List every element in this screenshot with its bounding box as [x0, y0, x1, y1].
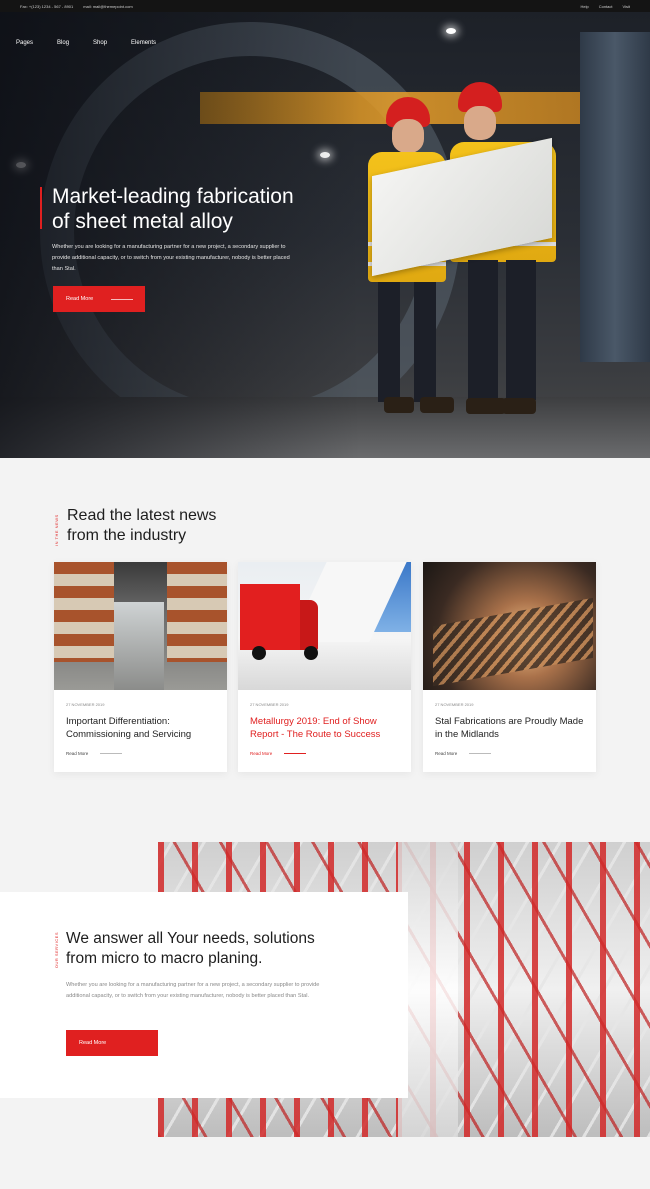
read-more-label: Read More — [66, 751, 89, 756]
hero-tank — [580, 32, 650, 362]
underline-icon — [100, 753, 123, 754]
hero-title-line-2: of sheet metal alloy — [52, 210, 233, 233]
news-card-title[interactable]: Metallurgy 2019: End of Show Report - Th… — [250, 715, 399, 741]
topbar-link-help[interactable]: Help — [580, 4, 588, 9]
nav-item-shop[interactable]: Shop — [93, 40, 107, 46]
news-card-image-truck[interactable] — [238, 562, 411, 690]
services-description: Whether you are looking for a manufactur… — [66, 982, 320, 999]
services-panel: OUR SERVICES We answer all Your needs, s… — [0, 892, 408, 1098]
nav-item-pages[interactable]: Pages — [16, 40, 33, 46]
services-read-more-button[interactable]: Read More — [66, 1030, 158, 1056]
news-card-image-warehouse[interactable] — [54, 562, 227, 690]
news-title: Read the latest news from the industry — [67, 506, 216, 546]
news-card-title[interactable]: Important Differentiation: Commissioning… — [66, 715, 215, 741]
news-card-date: 27 NOVEMBER 2019 — [250, 702, 289, 707]
read-more-label: Read More — [435, 751, 458, 756]
topbar-link-contact[interactable]: Contact — [599, 4, 613, 9]
news-title-line-2: from the industry — [67, 527, 187, 544]
hero-text-block: Market-leading fabrication of sheet meta… — [52, 184, 362, 275]
services-title-line-1: We answer all Your needs, solutions — [66, 930, 315, 947]
services-title-line-2: from micro to macro planing. — [66, 950, 263, 967]
news-card-read-more[interactable]: Read More — [435, 751, 596, 756]
hero-accent-bar — [40, 187, 42, 229]
news-section-label: IN THE NEWS — [54, 514, 59, 546]
services-button-label: Read More — [79, 1040, 107, 1046]
news-card[interactable]: 27 NOVEMBER 2019 Metallurgy 2019: End of… — [238, 562, 411, 772]
services-title: We answer all Your needs, solutions from… — [66, 929, 386, 969]
email-text[interactable]: mail: mail@themepoint.com — [83, 4, 132, 9]
nav-item-elements[interactable]: Elements — [131, 40, 156, 46]
nav-item-blog[interactable]: Blog — [57, 40, 69, 46]
services-section-label: OUR SERVICES — [54, 932, 59, 969]
hero-section: Pages Blog Shop Elements Market-leading … — [0, 12, 650, 458]
read-more-label: Read More — [250, 751, 273, 756]
news-card[interactable]: 27 NOVEMBER 2019 Important Differentiati… — [54, 562, 227, 772]
news-card-read-more[interactable]: Read More — [66, 751, 227, 756]
news-card-date: 27 NOVEMBER 2019 — [435, 702, 474, 707]
news-card-read-more[interactable]: Read More — [250, 751, 411, 756]
news-card-title[interactable]: Stal Fabrications are Proudly Made in th… — [435, 715, 584, 741]
top-bar: Fax: +(123) 1234 - 567 - 8901 mail: mail… — [0, 0, 650, 12]
main-nav: Pages Blog Shop Elements — [16, 40, 156, 46]
topbar-link-visit[interactable]: Visit — [623, 4, 630, 9]
underline-icon — [284, 753, 307, 754]
button-line-icon — [111, 298, 134, 300]
news-title-line-1: Read the latest news — [67, 507, 217, 524]
underline-icon — [469, 753, 492, 754]
hero-read-more-button[interactable]: Read More — [53, 286, 145, 312]
hero-title: Market-leading fabrication of sheet meta… — [52, 184, 362, 234]
news-header: IN THE NEWS Read the latest news from th… — [54, 506, 216, 546]
news-card-date: 27 NOVEMBER 2019 — [66, 702, 105, 707]
hero-title-line-1: Market-leading fabrication — [52, 185, 294, 208]
fax-text: Fax: +(123) 1234 - 567 - 8901 — [20, 3, 74, 9]
ceiling-light — [446, 28, 456, 34]
news-card-image-metal-cutting[interactable] — [423, 562, 596, 690]
worker-man — [446, 82, 566, 437]
hero-button-label: Read More — [66, 296, 94, 302]
hero-description: Whether you are looking for a manufactur… — [52, 244, 290, 272]
news-card[interactable]: 27 NOVEMBER 2019 Stal Fabrications are P… — [423, 562, 596, 772]
